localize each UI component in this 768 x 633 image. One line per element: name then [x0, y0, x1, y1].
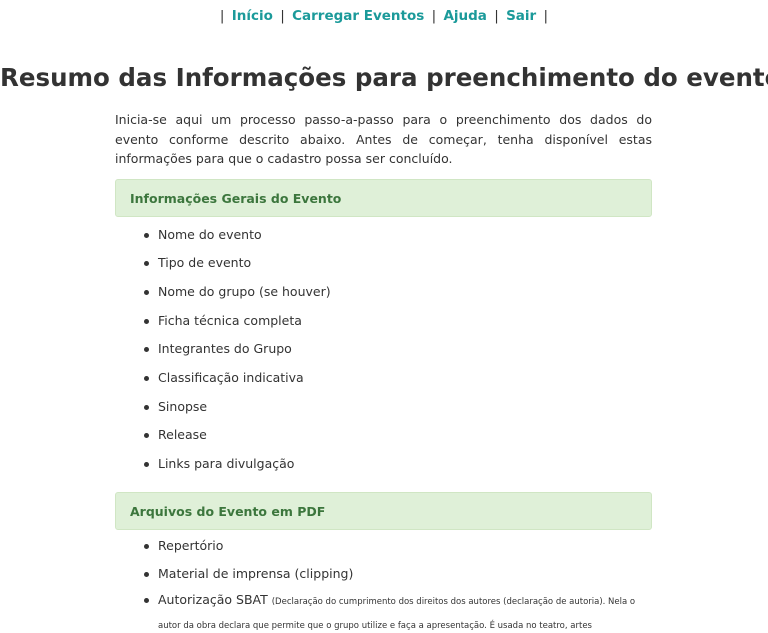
- list-item: Ficha técnica completa: [115, 307, 652, 336]
- list-item-label: Nome do grupo (se houver): [158, 283, 331, 299]
- nav-link-sair[interactable]: Sair: [506, 8, 536, 24]
- nav-separator: |: [431, 8, 437, 24]
- nav-link-ajuda[interactable]: Ajuda: [443, 8, 486, 24]
- list-item: Autorização SBAT (Declaração do cumprime…: [115, 589, 652, 633]
- list-item-label: Integrantes do Grupo: [158, 341, 292, 357]
- section-heading-general: Informações Gerais do Evento: [115, 178, 652, 217]
- bullet-icon: [144, 375, 149, 381]
- bullet-icon: [144, 433, 149, 439]
- pdf-files-list: Repertório Material de imprensa (clippin…: [115, 532, 652, 633]
- nav-link-inicio[interactable]: Início: [232, 8, 273, 24]
- list-item-label: Nome do evento: [158, 226, 262, 242]
- bullet-icon: [144, 347, 149, 353]
- list-item: Tipo de evento: [115, 249, 652, 278]
- list-item: Nome do evento: [115, 221, 652, 250]
- bullet-icon: [144, 462, 149, 467]
- general-info-list: Nome do evento Tipo de evento Nome do gr…: [115, 221, 652, 479]
- list-item: Nome do grupo (se houver): [115, 278, 652, 307]
- list-item-label: Tipo de evento: [158, 255, 252, 271]
- nav-separator: |: [494, 8, 499, 24]
- list-item: Release: [115, 421, 652, 450]
- bullet-icon: [144, 543, 149, 549]
- list-item: Classificação indicativa: [115, 364, 652, 393]
- bullet-icon: [144, 289, 149, 295]
- list-item: Material de imprensa (clipping): [115, 560, 652, 589]
- list-item-label: Links para divulgação: [158, 456, 295, 471]
- list-item-label: Ficha técnica completa: [158, 312, 302, 328]
- list-item-label: Classificação indicativa: [158, 369, 304, 385]
- top-navigation: | Início | Carregar Eventos | Ajuda | Sa…: [0, 8, 768, 24]
- bullet-icon: [144, 318, 149, 324]
- nav-separator: |: [280, 8, 285, 24]
- nav-link-carregar-eventos[interactable]: Carregar Eventos: [292, 8, 424, 24]
- page: | Início | Carregar Eventos | Ajuda | Sa…: [0, 0, 768, 633]
- list-item-label: Release: [158, 427, 207, 443]
- list-item: Repertório: [115, 532, 652, 561]
- intro-text: Inicia-se aqui um processo passo-a-passo…: [115, 112, 652, 166]
- nav-separator: |: [543, 8, 549, 24]
- bullet-icon: [144, 598, 149, 604]
- bullet-icon: [144, 232, 149, 238]
- section-heading-pdf: Arquivos do Evento em PDF: [115, 491, 652, 530]
- list-item-label: Sinopse: [158, 398, 208, 414]
- main-content: Inicia-se aqui um processo passo-a-passo…: [115, 110, 652, 633]
- bullet-icon: [144, 404, 149, 410]
- page-title: Resumo das Informações para preenchiment…: [0, 63, 768, 92]
- list-item: Sinopse: [115, 393, 652, 422]
- bullet-icon: [144, 261, 149, 267]
- nav-separator: |: [219, 8, 225, 24]
- list-item-label: Autorização SBAT: [158, 592, 268, 608]
- list-item-label: Material de imprensa (clipping): [158, 566, 354, 582]
- list-item: Links para divulgação: [115, 450, 652, 479]
- list-item: Integrantes do Grupo: [115, 335, 652, 364]
- list-item-label: Repertório: [158, 537, 224, 553]
- bullet-icon: [144, 572, 149, 578]
